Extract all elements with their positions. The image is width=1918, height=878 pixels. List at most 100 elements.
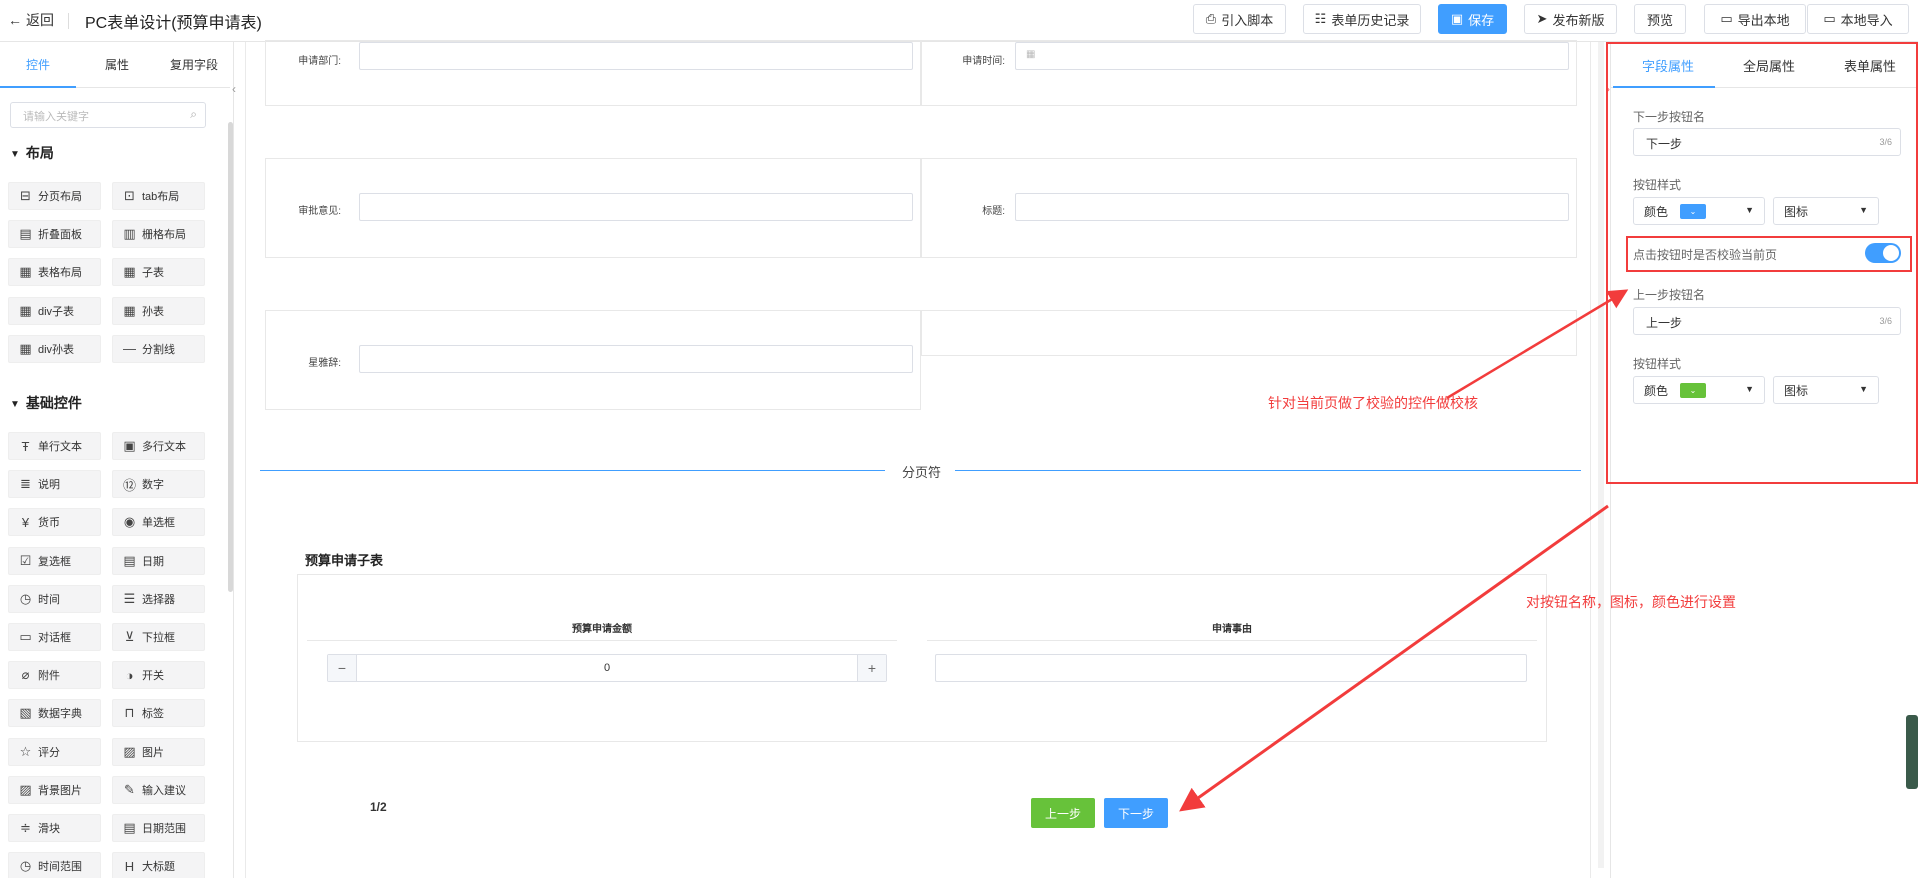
layout-section-header[interactable]: ▼ 布局 — [10, 143, 54, 163]
component-table-layout[interactable]: ▦ 表格布局 — [8, 258, 101, 287]
annotation-box-validate — [1626, 236, 1912, 272]
form-history-button[interactable]: ☷ 表单历史记录 — [1303, 4, 1421, 34]
component-tab-layout[interactable]: ⊡ tab布局 — [112, 182, 205, 210]
component-tag[interactable]: ⊓ 标签 — [112, 699, 205, 728]
component-page-layout[interactable]: ⊟ 分页布局 — [8, 182, 101, 210]
search-input[interactable]: 请输入关键字 ⌕ — [10, 102, 206, 128]
basic-section-header[interactable]: ▼ 基础控件 — [10, 393, 82, 413]
folder-open-icon: ▭ — [1823, 11, 1836, 26]
minus-button[interactable]: − — [328, 655, 356, 681]
component-input-suggest[interactable]: ✎ 输入建议 — [112, 775, 205, 804]
component-slider[interactable]: ≑ 滑块 — [8, 814, 101, 842]
component-radio[interactable]: ◉ 单选框 — [112, 508, 205, 537]
time-label: 申请时间: — [962, 56, 1005, 67]
caret-down-icon: ▼ — [10, 149, 20, 160]
plus-button[interactable]: + — [858, 655, 886, 681]
form-cell — [921, 310, 1577, 356]
component-description[interactable]: ≣ 说明 — [8, 470, 101, 499]
time-input[interactable]: ▦ — [1015, 42, 1569, 70]
sign-input[interactable] — [359, 345, 913, 373]
switch-icon: ◑ — [125, 667, 134, 683]
component-date[interactable]: ▤ 日期 — [112, 546, 205, 575]
component-div-grandchild-table[interactable]: ▦ div孙表 — [8, 334, 101, 363]
tab-indicator — [0, 86, 76, 88]
folder-icon: ▭ — [1720, 11, 1733, 26]
component-label: 数据字典 — [38, 708, 82, 721]
annotation-style-note: 对按钮名称，图标，颜色进行设置 — [1526, 594, 1736, 610]
page-layout-icon: ⊟ — [20, 188, 31, 203]
description-icon: ≣ — [20, 476, 31, 492]
tab-controls[interactable]: 控件 — [26, 56, 50, 73]
div-grandchild-table-icon: ▦ — [19, 340, 32, 356]
number-icon: ⑫ — [122, 477, 136, 493]
component-grandchild-table[interactable]: ▦ 孙表 — [112, 296, 205, 325]
component-image[interactable]: ▨ 图片 — [112, 737, 205, 766]
component-multi-line-text[interactable]: ▣ 多行文本 — [112, 432, 205, 460]
back-button[interactable]: ← 返回 — [8, 10, 54, 30]
save-button[interactable]: ▣ 保存 — [1438, 4, 1507, 34]
title-input[interactable] — [1015, 193, 1569, 221]
input-suggest-icon: ✎ — [124, 781, 135, 797]
export-local-button[interactable]: ▭ 导出本地 — [1704, 4, 1806, 34]
component-date-range[interactable]: ▤ 日期范围 — [112, 814, 205, 842]
amount-stepper[interactable]: − 0 + — [327, 654, 887, 682]
component-number[interactable]: ⑫ 数字 — [112, 470, 205, 499]
component-rating[interactable]: ☆ 评分 — [8, 737, 101, 766]
component-time[interactable]: ◷ 时间 — [8, 584, 101, 613]
opinion-input[interactable] — [359, 193, 913, 221]
tab-reuse-fields[interactable]: 复用字段 — [170, 56, 218, 73]
reason-input[interactable] — [935, 654, 1527, 682]
component-divider[interactable]: — 分割线 — [112, 334, 205, 363]
floating-scroll-handle[interactable] — [1906, 715, 1918, 789]
component-collapse-panel[interactable]: ▤ 折叠面板 — [8, 220, 101, 249]
amount-value[interactable]: 0 — [356, 655, 858, 681]
component-div-subtable[interactable]: ▦ div子表 — [8, 296, 101, 325]
component-label: 单选框 — [142, 517, 175, 530]
component-label: 分页布局 — [38, 191, 82, 203]
component-dropdown[interactable]: ⊻ 下拉框 — [112, 623, 205, 651]
component-switch[interactable]: ◑ 开关 — [112, 661, 205, 690]
single-line-text-icon: Ŧ — [21, 438, 30, 454]
component-heading[interactable]: H 大标题 — [112, 852, 205, 878]
component-grid-layout[interactable]: ▥ 栅格布局 — [112, 220, 205, 249]
dropdown-icon: ⊻ — [124, 629, 135, 644]
local-import-button[interactable]: ▭ 本地导入 — [1807, 4, 1909, 34]
publish-button[interactable]: ➤ 发布新版 — [1524, 4, 1617, 34]
tab-properties[interactable]: 属性 — [105, 56, 129, 73]
top-header: ← 返回 PC表单设计(预算申请表) ⎙ 引入脚本 ☷ 表单历史记录 ▣ 保存 ➤ 发布… — [0, 0, 1918, 42]
component-label: 图片 — [142, 746, 164, 759]
calendar-icon: ▦ — [1026, 49, 1036, 60]
script-icon: ⎙ — [1205, 11, 1217, 26]
left-scrollbar[interactable] — [228, 122, 233, 592]
component-checkbox[interactable]: ☑ 复选框 — [8, 546, 101, 575]
component-single-line-text[interactable]: Ŧ 单行文本 — [8, 432, 101, 460]
sign-label: 星雅辞: — [308, 358, 341, 369]
prev-step-button[interactable]: 上一步 — [1031, 798, 1095, 828]
date-range-icon: ▤ — [123, 820, 136, 835]
component-panel: 控件 属性 复用字段 请输入关键字 ⌕ ▼ 布局 ⊟ 分页布局 ⊡ tab布局 ▤ 折叠面板… — [0, 42, 234, 878]
component-dialog[interactable]: ▭ 对话框 — [8, 623, 101, 651]
component-data-dictionary[interactable]: ▧ 数据字典 — [8, 699, 101, 728]
component-label: tab布局 — [142, 191, 180, 203]
component-currency[interactable]: ¥ 货币 — [8, 508, 101, 537]
dept-input[interactable] — [359, 42, 913, 70]
component-time-range[interactable]: ◷ 时间范围 — [8, 852, 101, 878]
send-icon: ➤ — [1536, 11, 1548, 26]
component-label: 标签 — [142, 708, 164, 721]
component-label: 分割线 — [142, 343, 175, 356]
component-label: div子表 — [38, 305, 75, 318]
canvas-scrollbar[interactable] — [1598, 42, 1604, 868]
import-script-button[interactable]: ⎙ 引入脚本 — [1193, 4, 1286, 34]
page-indicator: 1/2 — [370, 800, 387, 814]
collapse-left-icon[interactable]: ‹ — [232, 82, 236, 96]
page-title: PC表单设计(预算申请表) — [85, 15, 262, 32]
component-background-image[interactable]: ▨ 背景图片 — [8, 775, 101, 804]
component-attachment[interactable]: ⌀ 附件 — [8, 661, 101, 690]
page-break-line-right — [955, 470, 1581, 471]
preview-button[interactable]: 预览 — [1634, 4, 1686, 34]
time-range-icon: ◷ — [19, 858, 32, 874]
component-subtable[interactable]: ▦ 子表 — [112, 258, 205, 287]
component-label: 多行文本 — [142, 441, 186, 453]
next-step-button[interactable]: 下一步 — [1104, 798, 1168, 828]
component-selector[interactable]: ☰ 选择器 — [112, 584, 205, 613]
